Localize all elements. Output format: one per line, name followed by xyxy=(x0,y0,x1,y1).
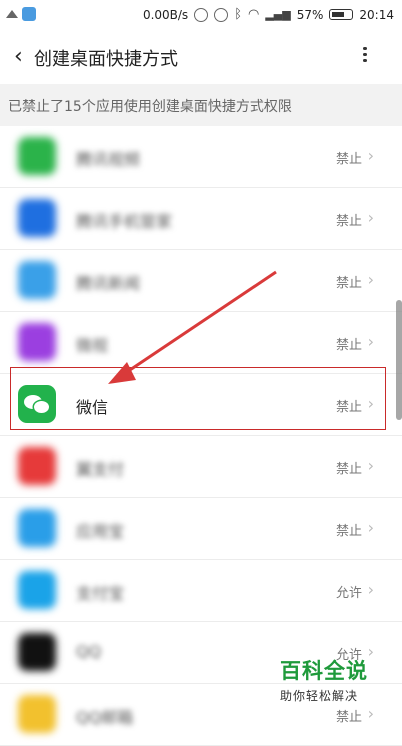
app-icon xyxy=(18,695,56,733)
status-bar-right: 0.00B/s ᛒ ◠ ▂▄▆ 57% 20:14 xyxy=(143,7,394,22)
app-icon xyxy=(18,199,56,237)
title-bar: ‹ 创建桌面快捷方式 xyxy=(0,30,402,84)
app-row[interactable]: 腾讯新闻 禁止 › xyxy=(0,250,402,312)
chevron-right-icon: › xyxy=(367,642,374,661)
permission-status: 禁止 xyxy=(335,462,362,477)
app-name: 腾讯新闻 xyxy=(76,274,141,293)
permission-summary-text: 已禁止了15个应用使用创建桌面快捷方式权限 xyxy=(8,99,292,115)
app-icon xyxy=(18,571,56,609)
app-row[interactable]: 腾讯视频 禁止 › xyxy=(0,126,402,188)
status-bar: 0.00B/s ᛒ ◠ ▂▄▆ 57% 20:14 xyxy=(0,0,402,30)
network-speed: 0.00B/s xyxy=(142,7,189,22)
status-bar-left xyxy=(6,7,36,21)
app-row[interactable]: 应用宝 禁止 › xyxy=(0,498,402,560)
highlight-box xyxy=(10,367,386,430)
permission-status: 禁止 xyxy=(335,338,362,353)
permission-status: 禁止 xyxy=(335,276,362,291)
app-name: QQ邮箱 xyxy=(76,708,134,727)
app-icon xyxy=(18,509,56,547)
app-name: 支付宝 xyxy=(76,584,125,603)
chevron-right-icon: › xyxy=(367,704,374,723)
clock: 20:14 xyxy=(359,7,394,22)
location-icon xyxy=(194,7,209,22)
app-name: 微视 xyxy=(76,336,109,355)
app-icon xyxy=(18,447,56,485)
app-icon xyxy=(18,633,56,671)
watermark-title: 百科全说 xyxy=(280,659,368,683)
app-row[interactable]: 腾讯手机管家 禁止 › xyxy=(0,188,402,250)
alarm-icon xyxy=(214,7,229,22)
back-arrow-icon[interactable]: ‹ xyxy=(14,44,23,69)
chevron-right-icon: › xyxy=(367,518,374,537)
watermark: 百科全说 助你轻松解决 xyxy=(280,655,368,704)
watermark-subtitle: 助你轻松解决 xyxy=(280,689,359,703)
bluetooth-icon: ᛒ xyxy=(234,7,242,22)
signal-icon: ▂▄▆ xyxy=(265,8,291,21)
battery-percent: 57% xyxy=(296,7,324,22)
chevron-right-icon: › xyxy=(367,456,374,475)
app-name: 翼支付 xyxy=(76,460,125,479)
app-row[interactable]: 支付宝 允许 › xyxy=(0,560,402,622)
permission-status: 禁止 xyxy=(335,214,362,229)
wifi-icon: ◠ xyxy=(248,7,260,22)
chevron-right-icon: › xyxy=(367,270,374,289)
permission-status: 禁止 xyxy=(335,152,362,167)
battery-icon xyxy=(329,9,354,20)
chevron-right-icon: › xyxy=(367,208,374,227)
app-name: 应用宝 xyxy=(76,522,125,541)
app-icon xyxy=(18,261,56,299)
app-icon xyxy=(18,137,56,175)
chevron-right-icon: › xyxy=(367,332,374,351)
permission-status: 禁止 xyxy=(335,524,362,539)
app-name: 腾讯视频 xyxy=(76,150,141,169)
app-row[interactable]: 微视 禁止 › xyxy=(0,312,402,374)
chevron-right-icon: › xyxy=(367,146,374,165)
more-options-icon[interactable] xyxy=(362,44,368,64)
app-name: 腾讯手机管家 xyxy=(76,212,173,231)
scrollbar[interactable] xyxy=(396,300,402,420)
warning-icon xyxy=(6,10,18,18)
app-row[interactable]: 翼支付 禁止 › xyxy=(0,436,402,498)
app-name: QQ xyxy=(76,642,102,661)
permission-status: 禁止 xyxy=(335,710,362,725)
permission-status: 允许 xyxy=(335,586,362,601)
app-icon xyxy=(18,323,56,361)
notification-app-icon xyxy=(22,7,36,21)
page-title: 创建桌面快捷方式 xyxy=(34,49,178,70)
permission-summary: 已禁止了15个应用使用创建桌面快捷方式权限 xyxy=(0,84,402,126)
chevron-right-icon: › xyxy=(367,580,374,599)
